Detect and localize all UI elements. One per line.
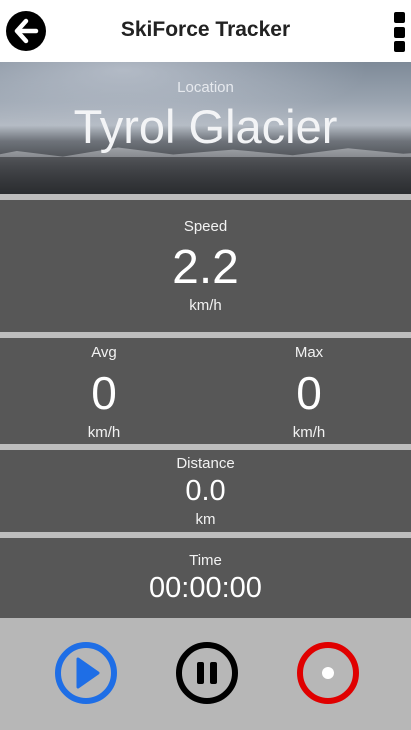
time-panel: Time 00:00:00 bbox=[0, 538, 411, 618]
controls-bar bbox=[0, 618, 411, 730]
location-label: Location bbox=[177, 79, 234, 96]
speed-value: 2.2 bbox=[172, 241, 239, 294]
record-icon bbox=[322, 667, 334, 679]
record-button[interactable] bbox=[297, 642, 359, 704]
distance-label: Distance bbox=[176, 455, 235, 472]
max-unit: km/h bbox=[292, 424, 326, 441]
pause-button[interactable] bbox=[176, 642, 238, 704]
distance-value: 0.0 bbox=[185, 475, 226, 507]
app-header: SkiForce Tracker bbox=[0, 0, 411, 62]
play-button[interactable] bbox=[55, 642, 117, 704]
app-title: SkiForce Tracker bbox=[120, 18, 291, 41]
more-vertical-icon bbox=[393, 12, 405, 23]
speed-panel: Speed 2.2 km/h bbox=[0, 200, 411, 332]
play-icon bbox=[76, 657, 100, 689]
distance-unit: km bbox=[195, 511, 216, 528]
max-label: Max bbox=[294, 344, 324, 361]
speed-unit: km/h bbox=[189, 297, 222, 314]
time-label: Time bbox=[189, 552, 222, 569]
speed-label: Speed bbox=[183, 218, 228, 235]
pause-icon bbox=[197, 662, 217, 684]
avg-max-panel: Avg 0 km/h Max 0 km/h bbox=[0, 338, 411, 444]
distance-panel: Distance 0.0 km bbox=[0, 450, 411, 532]
max-value: 0 bbox=[296, 367, 322, 419]
avg-value: 0 bbox=[91, 367, 117, 419]
more-menu-button[interactable] bbox=[393, 12, 405, 52]
avg-unit: km/h bbox=[87, 424, 121, 441]
avg-label: Avg bbox=[91, 344, 117, 361]
time-value: 00:00:00 bbox=[149, 572, 262, 604]
location-value: Tyrol Glacier bbox=[73, 100, 338, 153]
